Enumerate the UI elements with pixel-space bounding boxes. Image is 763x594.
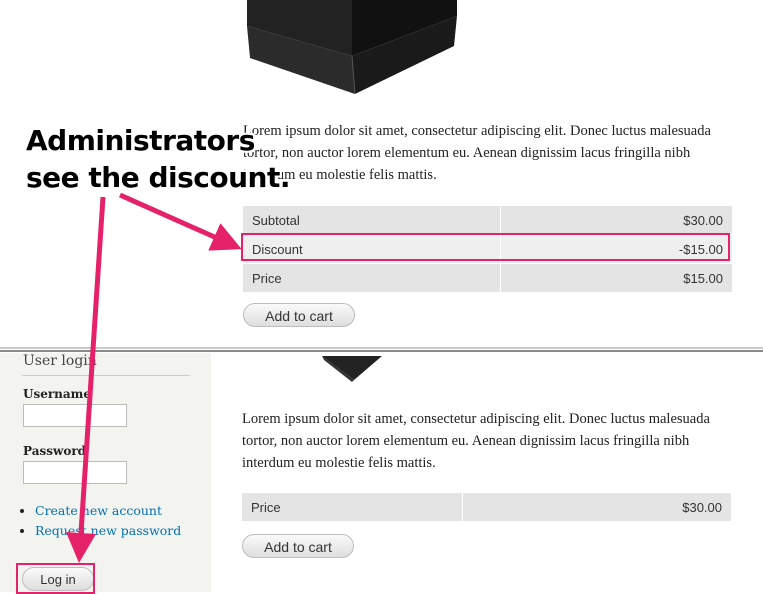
price-label: Subtotal bbox=[243, 206, 501, 235]
user-login-title: User login bbox=[23, 353, 97, 369]
price-value: $30.00 bbox=[462, 493, 731, 521]
price-value: $15.00 bbox=[500, 263, 732, 292]
username-label: Username bbox=[23, 387, 92, 401]
annotation-callout: Administrators see the discount. bbox=[26, 122, 290, 196]
create-account-link[interactable]: Create new account bbox=[35, 503, 162, 518]
password-label: Password bbox=[23, 444, 87, 458]
add-to-cart-button[interactable]: Add to cart bbox=[242, 534, 354, 558]
callout-line-1: Administrators bbox=[26, 124, 255, 157]
request-password-link[interactable]: Request new password bbox=[35, 523, 181, 538]
product-description: Lorem ipsum dolor sit amet, consectetur … bbox=[243, 123, 711, 183]
price-label: Price bbox=[242, 493, 463, 521]
login-highlight bbox=[16, 563, 95, 594]
screenshot-divider bbox=[0, 344, 763, 353]
account-links: Create new account Request new password bbox=[20, 501, 181, 541]
price-row-price: Price $15.00 bbox=[243, 263, 732, 292]
price-row-subtotal: Subtotal $30.00 bbox=[243, 206, 732, 235]
price-value: $30.00 bbox=[500, 206, 732, 235]
price-label: Price bbox=[243, 263, 501, 292]
username-input[interactable] bbox=[23, 404, 127, 427]
add-to-cart-button[interactable]: Add to cart bbox=[243, 303, 355, 327]
callout-line-2: see the discount. bbox=[26, 161, 290, 194]
product-image bbox=[322, 356, 382, 382]
password-input[interactable] bbox=[23, 461, 127, 484]
price-table: Price $30.00 bbox=[242, 493, 731, 521]
price-row-price: Price $30.00 bbox=[242, 493, 731, 521]
list-item: Request new password bbox=[35, 521, 181, 541]
list-item: Create new account bbox=[35, 501, 181, 521]
discount-highlight bbox=[241, 233, 730, 261]
product-description: Lorem ipsum dolor sit amet, consectetur … bbox=[242, 411, 710, 471]
arrow-to-discount bbox=[118, 192, 242, 251]
sidebar-divider bbox=[22, 375, 190, 376]
product-image bbox=[247, 0, 457, 95]
